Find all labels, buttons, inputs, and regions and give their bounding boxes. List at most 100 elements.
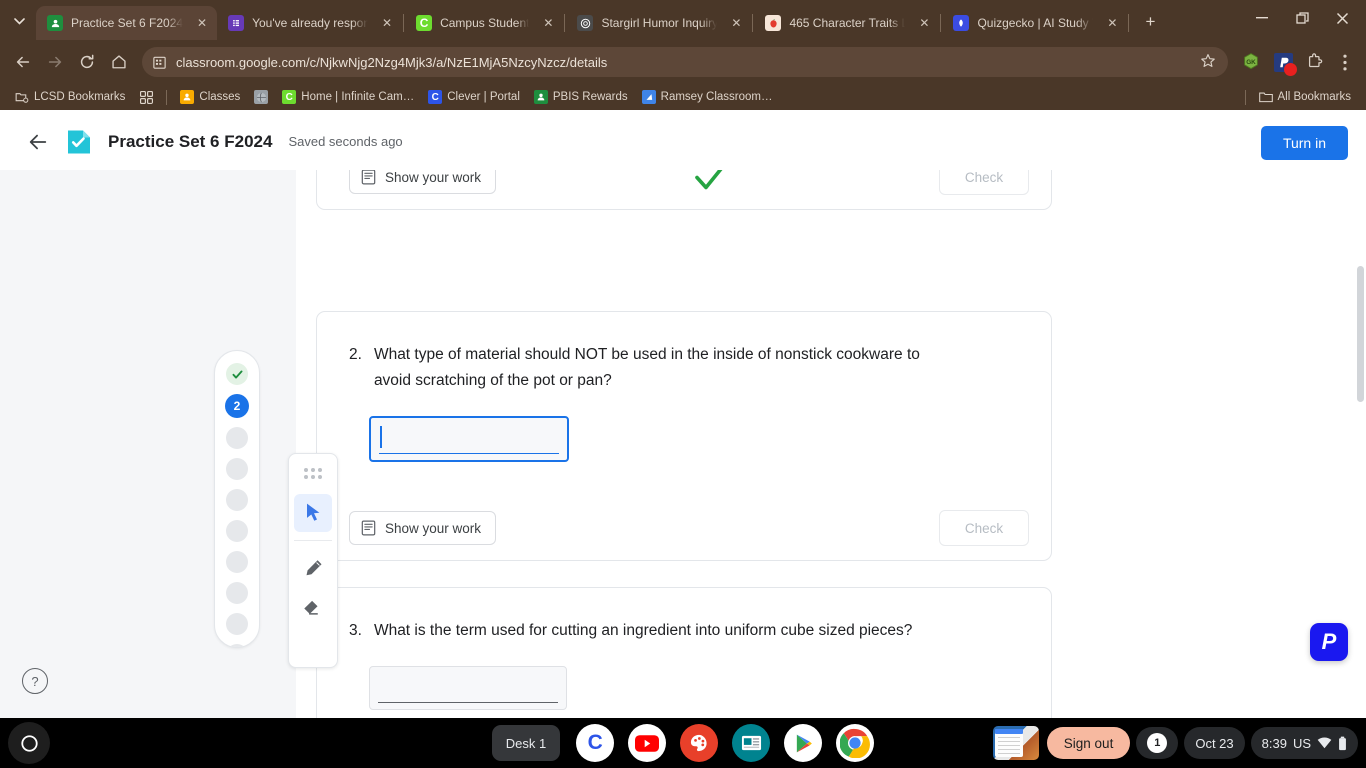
- close-window-button[interactable]: [1322, 1, 1362, 35]
- bookmark-apps-grid[interactable]: [132, 88, 160, 106]
- bookmark-label: Classes: [199, 91, 241, 103]
- eraser-tool[interactable]: [294, 589, 332, 627]
- browser-tab-4[interactable]: Stargirl Humor Inquiry ✕: [566, 6, 751, 40]
- drag-handle-icon[interactable]: [302, 468, 324, 484]
- close-icon[interactable]: ✕: [1103, 14, 1121, 32]
- tray-date: Oct 23: [1195, 735, 1234, 751]
- browser-tab-1[interactable]: Practice Set 6 F2024 ✕: [36, 6, 218, 40]
- bookmark-home-infinite-campus[interactable]: C Home | Infinite Cam…: [275, 88, 421, 106]
- bookmark-pbis-rewards[interactable]: PBIS Rewards: [527, 88, 635, 106]
- maximize-restore-button[interactable]: [1282, 1, 1322, 35]
- extensions-puzzle-icon[interactable]: [1300, 47, 1330, 77]
- question-nav-item-5[interactable]: [226, 489, 248, 511]
- all-bookmarks-label: All Bookmarks: [1277, 91, 1352, 103]
- gk-extension-icon[interactable]: GK: [1236, 47, 1266, 77]
- browser-tab-5[interactable]: 465 Character Traits L ✕: [754, 6, 939, 40]
- check-button-2[interactable]: Check: [939, 510, 1029, 546]
- question-nav-item-4[interactable]: [226, 458, 248, 480]
- show-work-icon: [361, 520, 376, 536]
- close-icon[interactable]: ✕: [915, 14, 933, 32]
- star-icon[interactable]: [1200, 53, 1216, 72]
- drawing-tool-palette: [288, 453, 338, 668]
- date-tray-button[interactable]: Oct 23: [1184, 727, 1245, 759]
- extension-badge: [1284, 63, 1297, 76]
- paint-app-icon[interactable]: [680, 724, 719, 762]
- answer-input-2[interactable]: [369, 416, 569, 462]
- pencil-tool[interactable]: [294, 549, 332, 587]
- svg-text:GK: GK: [1246, 59, 1256, 66]
- tab-divider: [564, 14, 566, 32]
- close-icon[interactable]: ✕: [727, 14, 745, 32]
- forward-arrow-icon[interactable]: [40, 47, 70, 77]
- questions-scroll-container[interactable]: Show your work Check 2. What type of mat…: [296, 170, 1366, 740]
- show-work-label: Show your work: [385, 170, 482, 185]
- close-icon[interactable]: ✕: [193, 14, 211, 32]
- bookmark-label: Home | Infinite Cam…: [301, 91, 415, 103]
- page-viewport: Practice Set 6 F2024 Saved seconds ago T…: [0, 114, 1366, 740]
- question-number: 3.: [349, 622, 362, 639]
- play-store-app-icon[interactable]: [784, 724, 823, 762]
- tab-divider: [1128, 14, 1130, 32]
- bookmark-classes[interactable]: Classes: [173, 88, 247, 106]
- paypal-extension-icon[interactable]: [1268, 47, 1298, 77]
- question-nav-item-8[interactable]: [226, 582, 248, 604]
- youtube-app-icon[interactable]: [628, 724, 667, 762]
- paypal-floating-button[interactable]: P: [1310, 623, 1348, 661]
- check-button-1[interactable]: Check: [938, 170, 1029, 195]
- vertical-scrollbar-thumb[interactable]: [1357, 266, 1364, 402]
- notifications-tray-button[interactable]: 1: [1136, 727, 1179, 759]
- close-icon[interactable]: ✕: [539, 14, 557, 32]
- question-nav-item-6[interactable]: [226, 520, 248, 542]
- browser-tab-6[interactable]: Quizgecko | AI Study T ✕: [942, 6, 1127, 40]
- question-nav-item-2[interactable]: 2: [225, 394, 249, 418]
- select-cursor-tool[interactable]: [294, 494, 332, 532]
- pbis-icon: [533, 90, 548, 104]
- bookmark-divider: [1244, 89, 1246, 105]
- show-your-work-button-2[interactable]: Show your work: [349, 511, 497, 545]
- help-button[interactable]: ?: [22, 668, 48, 694]
- quizgecko-icon: [953, 15, 970, 31]
- tab-divider: [752, 14, 754, 32]
- sign-out-button[interactable]: Sign out: [1046, 727, 1131, 759]
- question-text: What type of material should NOT be used…: [373, 346, 920, 389]
- desk-chip[interactable]: Desk 1: [491, 725, 561, 761]
- question-nav-panel: 2: [214, 350, 260, 648]
- browser-tab-3[interactable]: C Campus Student ✕: [405, 6, 563, 40]
- browser-tab-2[interactable]: You've already respond ✕: [217, 6, 402, 40]
- minimize-button[interactable]: [1242, 1, 1282, 35]
- home-icon[interactable]: [104, 47, 134, 77]
- question-nav-item-3[interactable]: [226, 427, 248, 449]
- question-nav-item-7[interactable]: [226, 551, 248, 573]
- new-tab-button[interactable]: +: [1136, 8, 1164, 36]
- question-nav-item-9[interactable]: [226, 613, 248, 635]
- bookmark-clever-portal[interactable]: C Clever | Portal: [421, 88, 527, 106]
- chrome-menu-icon[interactable]: [1332, 47, 1358, 77]
- address-bar[interactable]: classroom.google.com/c/NjkwNjg2Nzg4Mjk3/…: [142, 47, 1228, 77]
- campus-app-icon[interactable]: C: [576, 724, 615, 762]
- answer-input-3[interactable]: [369, 666, 567, 710]
- chrome-app-icon[interactable]: [836, 724, 875, 762]
- back-arrow-icon[interactable]: [8, 47, 38, 77]
- status-tray-button[interactable]: 8:39 US: [1250, 727, 1358, 759]
- text-caret: [380, 426, 382, 448]
- page-back-arrow-icon[interactable]: [18, 122, 58, 162]
- site-info-icon[interactable]: [152, 55, 167, 70]
- news-app-icon[interactable]: [732, 724, 771, 762]
- tab-search-chevron-icon[interactable]: [2, 6, 36, 36]
- turn-in-button[interactable]: Turn in: [1260, 126, 1348, 160]
- all-bookmarks-button[interactable]: All Bookmarks: [1252, 88, 1359, 106]
- bookmark-ramsey-classroom[interactable]: Ramsey Classroom…: [635, 88, 780, 106]
- bookmark-globe[interactable]: [247, 88, 275, 106]
- window-preview-thumbnail[interactable]: [992, 726, 1039, 760]
- saved-status: Saved seconds ago: [288, 134, 403, 149]
- url-text[interactable]: classroom.google.com/c/NjkwNjg2Nzg4Mjk3/…: [176, 55, 1191, 70]
- chromeos-shelf: Desk 1 C Sign out 1 Oct 23 8:39 US: [0, 718, 1366, 768]
- close-icon[interactable]: ✕: [378, 14, 396, 32]
- question-nav-item-1[interactable]: [226, 363, 248, 385]
- show-your-work-button-1[interactable]: Show your work: [349, 170, 497, 194]
- answer-underline: [378, 702, 558, 703]
- reload-icon[interactable]: [72, 47, 102, 77]
- window-thumb: [994, 729, 1023, 757]
- bookmark-lcsd-bookmarks[interactable]: LCSD Bookmarks: [8, 88, 132, 106]
- tab-strip: Practice Set 6 F2024 ✕ You've already re…: [0, 0, 1366, 40]
